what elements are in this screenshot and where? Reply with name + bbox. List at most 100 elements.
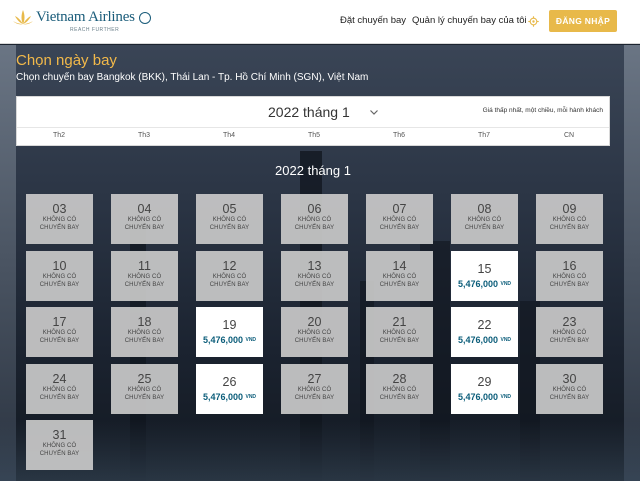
day-number: 31 <box>52 428 67 442</box>
currency-label: VND <box>500 393 512 400</box>
site-header: Vietnam Airlines REACH FURTHER Đặt chuyế… <box>0 0 640 44</box>
logo-text: Vietnam Airlines <box>36 9 135 25</box>
day-number: 25 <box>137 371 152 386</box>
no-flight-label: KHÔNG CÓ <box>467 217 502 223</box>
nav-book-flight[interactable]: Đặt chuyến bay <box>340 15 406 26</box>
month-selector-bar: 2022 tháng 1 Giá thấp nhất, một chiều, m… <box>16 96 610 146</box>
day-number: 07 <box>392 202 407 216</box>
day-number: 06 <box>307 202 322 216</box>
no-flight-label: CHUYẾN BAY <box>549 225 590 231</box>
no-flight-label: KHÔNG CÓ <box>297 330 332 336</box>
weekday-header: Th2 Th3 Th4 Th5 Th6 Th7 CN <box>17 127 609 146</box>
day-number: 08 <box>477 202 492 216</box>
day-number: 14 <box>392 258 407 273</box>
currency-label: VND <box>500 337 512 343</box>
no-flight-label: KHÔNG CÓ <box>297 273 332 280</box>
day-number: 22 <box>477 318 492 332</box>
calendar-day-available[interactable]: 15 5,476,000 VND <box>451 250 518 301</box>
no-flight-label: CHUYẾN BAY <box>549 338 590 344</box>
no-flight-label: CHUYẾN BAY <box>124 225 165 231</box>
calendar-day-unavailable: 31 KHÔNG CÓ CHUYẾN BAY <box>26 420 93 470</box>
currency-label: VND <box>500 280 512 287</box>
day-number: 05 <box>222 202 237 216</box>
no-flight-label: CHUYẾN BAY <box>209 281 250 288</box>
calendar-day-unavailable: 28 KHÔNG CÓ CHUYẾN BAY <box>366 363 433 414</box>
day-number: 03 <box>52 202 67 216</box>
fare-price: 5,476,000 VND <box>202 391 257 402</box>
no-flight-label: KHÔNG CÓ <box>552 217 587 223</box>
fare-price: 5,476,000 VND <box>457 278 512 289</box>
day-number: 28 <box>392 371 407 386</box>
gear-icon[interactable] <box>528 16 539 27</box>
price-note: Giá thấp nhất, một chiều, mỗi hành khách <box>482 107 603 114</box>
calendar-day-unavailable: 13 KHÔNG CÓ CHUYẾN BAY <box>281 250 348 301</box>
day-number: 11 <box>138 258 151 273</box>
no-flight-label: KHÔNG CÓ <box>127 217 162 223</box>
calendar-day-unavailable: 04 KHÔNG CÓ CHUYẾN BAY <box>111 194 178 244</box>
calendar-day-unavailable: 20 KHÔNG CÓ CHUYẾN BAY <box>281 307 348 357</box>
no-flight-label: KHÔNG CÓ <box>42 443 77 449</box>
day-number: 17 <box>52 315 67 329</box>
no-flight-label: CHUYẾN BAY <box>39 394 80 401</box>
no-flight-label: CHUYẾN BAY <box>39 225 80 231</box>
no-flight-label: CHUYẾN BAY <box>379 394 420 401</box>
calendar-day-available[interactable]: 22 5,476,000 VND <box>451 307 518 357</box>
login-button[interactable]: ĐĂNG NHẬP <box>549 10 617 32</box>
calendar-day-available[interactable]: 26 5,476,000 VND <box>196 363 263 414</box>
currency-label: VND <box>245 393 257 400</box>
calendar-day-unavailable: 03 KHÔNG CÓ CHUYẾN BAY <box>26 194 93 244</box>
calendar-day-available[interactable]: 19 5,476,000 VND <box>196 307 263 357</box>
no-flight-label: CHUYẾN BAY <box>294 394 335 401</box>
calendar-day-unavailable: 25 KHÔNG CÓ CHUYẾN BAY <box>111 363 178 414</box>
calendar-day-unavailable: 27 KHÔNG CÓ CHUYẾN BAY <box>281 363 348 414</box>
calendar-day-unavailable: 11 KHÔNG CÓ CHUYẾN BAY <box>111 250 178 301</box>
month-dropdown[interactable]: 2022 tháng 1 <box>268 104 350 120</box>
calendar-day-unavailable: 12 KHÔNG CÓ CHUYẾN BAY <box>196 250 263 301</box>
fare-price: 5,476,000 VND <box>457 391 512 402</box>
fare-price: 5,476,000 VND <box>202 335 257 345</box>
background-right-edge <box>624 45 640 481</box>
calendar-day-unavailable: 09 KHÔNG CÓ CHUYẾN BAY <box>536 194 603 244</box>
no-flight-label: KHÔNG CÓ <box>42 386 77 393</box>
calendar-day-unavailable: 10 KHÔNG CÓ CHUYẾN BAY <box>26 250 93 301</box>
no-flight-label: KHÔNG CÓ <box>382 386 417 393</box>
day-number: 04 <box>137 202 152 216</box>
calendar-day-unavailable: 07 KHÔNG CÓ CHUYẾN BAY <box>366 194 433 244</box>
calendar-day-available[interactable]: 29 5,476,000 VND <box>451 363 518 414</box>
no-flight-label: CHUYẾN BAY <box>379 338 420 344</box>
no-flight-label: KHÔNG CÓ <box>552 273 587 280</box>
weekday-label: Th5 <box>307 132 321 139</box>
logo-tagline: REACH FURTHER <box>70 27 120 33</box>
no-flight-label: KHÔNG CÓ <box>382 217 417 223</box>
calendar-day-unavailable: 23 KHÔNG CÓ CHUYẾN BAY <box>536 307 603 357</box>
nav-manage-booking[interactable]: Quản lý chuyến bay của tôi <box>412 15 527 26</box>
no-flight-label: CHUYẾN BAY <box>39 451 80 457</box>
chevron-down-icon[interactable] <box>369 107 379 117</box>
page-title: Chọn ngày bay <box>16 52 117 69</box>
weekday-label: Th3 <box>137 132 151 139</box>
no-flight-label: KHÔNG CÓ <box>127 330 162 336</box>
day-number: 16 <box>562 258 577 273</box>
no-flight-label: KHÔNG CÓ <box>212 273 247 280</box>
calendar-day-unavailable: 05 KHÔNG CÓ CHUYẾN BAY <box>196 194 263 244</box>
calendar-day-unavailable: 06 KHÔNG CÓ CHUYẾN BAY <box>281 194 348 244</box>
vietnam-airlines-logo[interactable]: Vietnam Airlines REACH FURTHER <box>12 6 151 36</box>
no-flight-label: KHÔNG CÓ <box>297 386 332 393</box>
no-flight-label: CHUYẾN BAY <box>294 338 335 344</box>
no-flight-label: CHUYẾN BAY <box>379 225 420 231</box>
lotus-icon <box>13 10 33 25</box>
calendar-day-unavailable: 24 KHÔNG CÓ CHUYẾN BAY <box>26 363 93 414</box>
no-flight-label: KHÔNG CÓ <box>42 273 77 280</box>
day-number: 20 <box>307 315 322 329</box>
day-number: 21 <box>392 315 407 329</box>
no-flight-label: KHÔNG CÓ <box>42 330 77 336</box>
calendar-day-unavailable: 16 KHÔNG CÓ CHUYẾN BAY <box>536 250 603 301</box>
no-flight-label: CHUYẾN BAY <box>124 394 165 401</box>
no-flight-label: KHÔNG CÓ <box>382 330 417 336</box>
no-flight-label: CHUYẾN BAY <box>549 394 590 401</box>
no-flight-label: CHUYẾN BAY <box>209 225 250 231</box>
calendar-day-unavailable: 17 KHÔNG CÓ CHUYẾN BAY <box>26 307 93 357</box>
day-number: 15 <box>477 261 492 276</box>
day-number: 23 <box>562 315 577 329</box>
no-flight-label: KHÔNG CÓ <box>127 386 162 393</box>
